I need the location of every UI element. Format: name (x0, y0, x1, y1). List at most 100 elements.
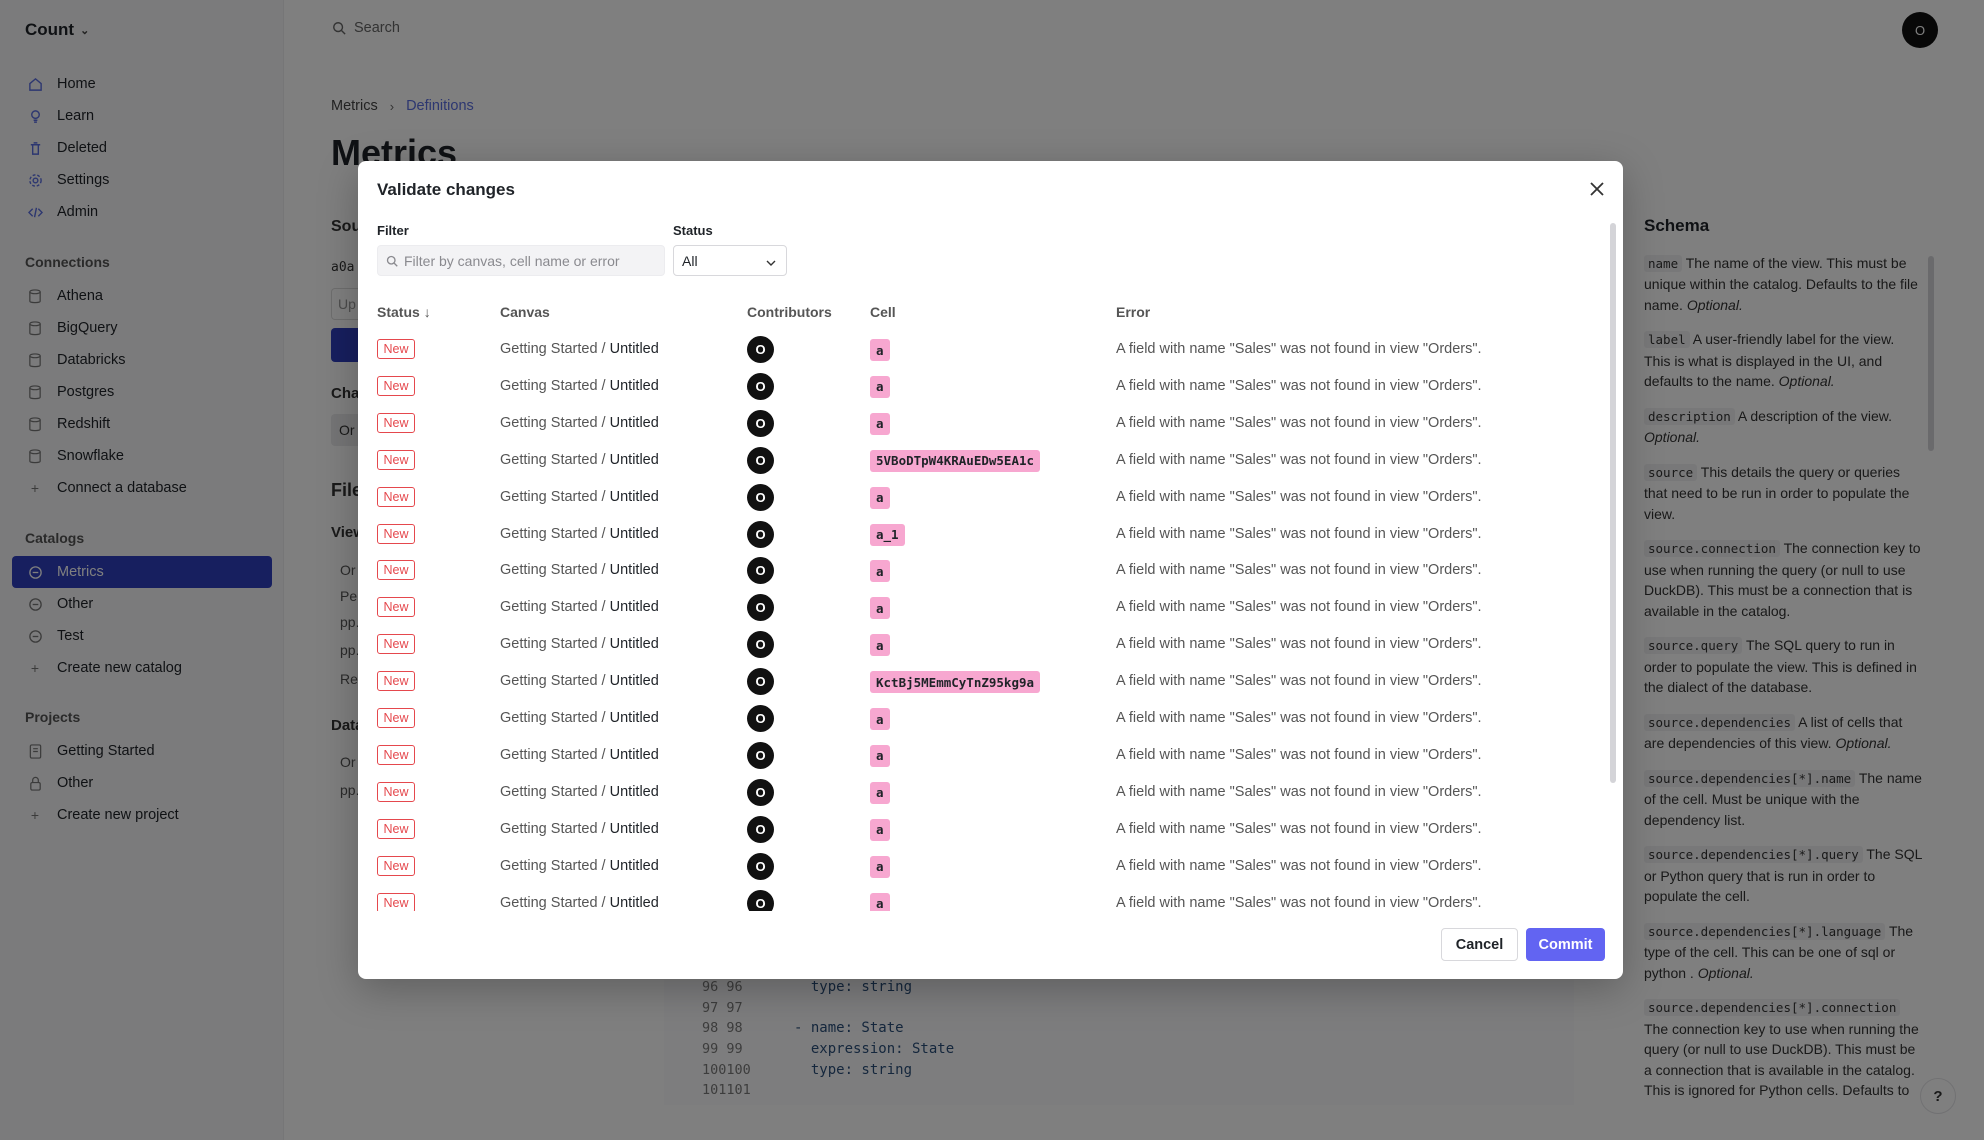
table-row[interactable]: New Getting Started / Untitled Oa A field w… (358, 772, 1598, 809)
path-separator: / (597, 414, 610, 431)
filter-field[interactable] (377, 245, 665, 276)
path-separator: / (597, 710, 610, 726)
column-header-contributors[interactable]: Contributors (747, 304, 832, 320)
canvas-link[interactable]: Getting Started / Untitled (500, 562, 659, 578)
canvas-link[interactable]: Getting Started / Untitled (500, 710, 659, 726)
cell-name-chip[interactable]: a (870, 781, 890, 804)
cell-name-chip[interactable]: 5VBoDTpW4KRAuEDw5EA1c (870, 449, 1041, 472)
error-message: A field with name "Sales" was not found … (1116, 894, 1482, 911)
sort-arrow-down-icon: ↓ (423, 304, 431, 320)
cell-name-chip[interactable]: a (870, 855, 890, 878)
cell-name-chip[interactable]: a (870, 744, 890, 767)
close-icon[interactable] (1585, 177, 1609, 201)
path-separator: / (597, 783, 610, 800)
project-name: Getting Started (500, 857, 598, 874)
commit-button[interactable]: Commit (1526, 928, 1605, 961)
project-name: Getting Started (500, 377, 598, 394)
project-name: Getting Started (500, 525, 598, 542)
cell-name-chip[interactable]: a (870, 892, 890, 911)
canvas-link[interactable]: Getting Started / Untitled (500, 599, 659, 615)
canvas-name: Untitled (609, 710, 659, 726)
cell-name-chip[interactable]: a (870, 339, 890, 361)
canvas-link[interactable]: Getting Started / Untitled (500, 821, 659, 837)
table-row[interactable]: New Getting Started / Untitled Oa A field w… (358, 846, 1598, 883)
cell-name-chip[interactable]: a (870, 412, 890, 435)
project-name: Getting Started (500, 710, 598, 726)
status-select-value: All (682, 252, 698, 269)
cell-name-chip[interactable]: a (870, 375, 890, 398)
table-row[interactable]: New Getting Started / Untitled Oa A field w… (358, 735, 1598, 772)
table-row[interactable]: New Getting Started / Untitled Oa A field w… (358, 883, 1598, 911)
canvas-name: Untitled (609, 783, 659, 800)
path-separator: / (597, 820, 610, 837)
canvas-link[interactable]: Getting Started / Untitled (500, 747, 659, 763)
cell-name-chip[interactable]: a (870, 597, 890, 620)
project-name: Getting Started (500, 599, 598, 616)
contributor-avatar: O (747, 557, 774, 585)
canvas-name: Untitled (609, 636, 659, 653)
cell-name-chip[interactable]: a (870, 708, 890, 730)
table-row[interactable]: New Getting Started / Untitled O KctBj5MEmm… (358, 661, 1598, 698)
project-name: Getting Started (500, 746, 598, 763)
canvas-link[interactable]: Getting Started / Untitled (500, 452, 659, 468)
canvas-name: Untitled (609, 414, 659, 431)
dialog-scrollbar[interactable] (1610, 223, 1616, 783)
canvas-link[interactable]: Getting Started / Untitled (500, 784, 659, 800)
cell-name-chip[interactable]: a_1 (870, 523, 905, 546)
canvas-name: Untitled (609, 673, 659, 690)
table-row[interactable]: New Getting Started / Untitled Oa A field w… (358, 587, 1598, 624)
canvas-name: Untitled (609, 488, 659, 505)
cell-name-chip[interactable]: a (870, 818, 890, 841)
column-header-status[interactable]: Status ↓ (377, 304, 431, 320)
table-row[interactable]: New Getting Started / Untitled Oa A field w… (358, 403, 1598, 440)
cell-name-chip[interactable]: a (870, 560, 890, 583)
contributor-avatar: O (747, 336, 774, 363)
error-message: A field with name "Sales" was not found … (1116, 525, 1482, 542)
error-message: A field with name "Sales" was not found … (1116, 710, 1482, 726)
canvas-link[interactable]: Getting Started / Untitled (500, 415, 659, 431)
search-icon (386, 255, 398, 267)
canvas-link[interactable]: Getting Started / Untitled (500, 636, 659, 652)
contributor-avatar: O (747, 409, 774, 437)
table-row[interactable]: New Getting Started / Untitled Oa A field w… (358, 624, 1598, 661)
column-header-error[interactable]: Error (1116, 304, 1150, 320)
path-separator: / (597, 341, 610, 357)
table-row[interactable]: New Getting Started / Untitled Oa A field w… (358, 550, 1598, 587)
column-header-canvas[interactable]: Canvas (500, 304, 550, 320)
canvas-link[interactable]: Getting Started / Untitled (500, 673, 659, 689)
table-row[interactable]: New Getting Started / Untitled Oa A field w… (358, 809, 1598, 846)
status-select[interactable]: All (673, 245, 787, 276)
path-separator: / (597, 562, 610, 579)
cell-name-chip[interactable]: a (870, 486, 890, 509)
cell-name-chip[interactable]: a (870, 634, 890, 657)
error-message: A field with name "Sales" was not found … (1116, 673, 1482, 690)
path-separator: / (597, 673, 610, 690)
project-name: Getting Started (500, 783, 598, 800)
filter-input[interactable] (404, 252, 654, 269)
canvas-link[interactable]: Getting Started / Untitled (500, 341, 659, 357)
error-message: A field with name "Sales" was not found … (1116, 377, 1482, 394)
status-label: Status (673, 223, 713, 238)
path-separator: / (597, 451, 610, 468)
table-row[interactable]: New Getting Started / Untitled Oa A field w… (358, 477, 1598, 514)
status-badge: New (377, 708, 415, 728)
project-name: Getting Started (500, 488, 598, 505)
status-badge: New (377, 818, 415, 839)
status-badge: New (377, 634, 415, 655)
column-header-cell[interactable]: Cell (870, 304, 896, 320)
table-row[interactable]: New Getting Started / Untitled Oa_1 A field… (358, 514, 1598, 551)
project-name: Getting Started (500, 451, 598, 468)
canvas-link[interactable]: Getting Started / Untitled (500, 895, 659, 911)
cancel-button[interactable]: Cancel (1441, 928, 1518, 961)
canvas-link[interactable]: Getting Started / Untitled (500, 858, 659, 874)
table-row[interactable]: New Getting Started / Untitled O 5VBoDTpW4K… (358, 440, 1598, 477)
table-row[interactable]: New Getting Started / Untitled Oa A field w… (358, 698, 1598, 735)
contributor-avatar: O (747, 446, 774, 474)
canvas-link[interactable]: Getting Started / Untitled (500, 489, 659, 505)
canvas-link[interactable]: Getting Started / Untitled (500, 526, 659, 542)
canvas-link[interactable]: Getting Started / Untitled (500, 378, 659, 394)
table-row[interactable]: New Getting Started / Untitled Oa A field w… (358, 366, 1598, 403)
status-badge: New (377, 892, 415, 911)
cell-name-chip[interactable]: KctBj5MEmmCyTnZ95kg9a (870, 671, 1041, 694)
table-row[interactable]: New Getting Started / Untitled Oa A field w… (358, 329, 1598, 366)
